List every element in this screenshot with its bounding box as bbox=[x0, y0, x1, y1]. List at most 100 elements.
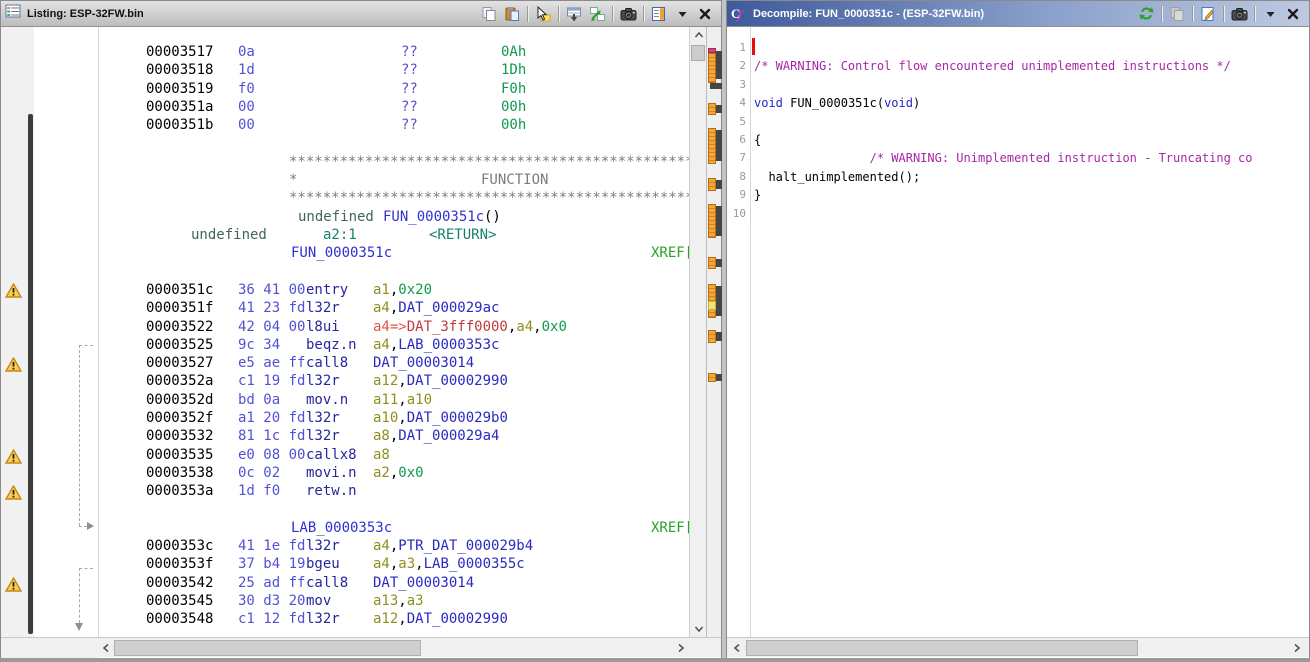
listing-row[interactable]: 0000352242 04 00l8uia4=>DAT_3fff0000,a4,… bbox=[1, 318, 689, 336]
listing-field[interactable]: bd 0a bbox=[238, 391, 280, 409]
code-token[interactable]: (); bbox=[899, 170, 921, 184]
decompile-code-line[interactable] bbox=[754, 113, 1309, 131]
listing-field[interactable]: mov.n bbox=[306, 391, 348, 409]
listing-field[interactable]: f0 bbox=[238, 80, 255, 98]
scroll-up-button[interactable] bbox=[690, 27, 707, 43]
operand[interactable]: a12 bbox=[373, 373, 398, 389]
operand[interactable]: a3 bbox=[398, 556, 415, 572]
operand[interactable]: DAT_000029a4 bbox=[398, 428, 499, 444]
listing-row[interactable]: ****************************************… bbox=[1, 189, 689, 207]
operand[interactable]: , bbox=[415, 556, 423, 572]
listing-field[interactable]: 00003545 bbox=[146, 592, 213, 610]
listing-field[interactable]: 00003522 bbox=[146, 318, 213, 336]
dropdown-icon[interactable] bbox=[1260, 4, 1280, 24]
listing-field[interactable]: 0Ah bbox=[501, 43, 526, 61]
listing-field[interactable]: ?? bbox=[401, 116, 418, 134]
listing-field[interactable]: movi.n bbox=[306, 464, 357, 482]
code-token[interactable]: ( bbox=[877, 96, 884, 110]
listing-field[interactable]: 0000353f bbox=[146, 555, 213, 573]
dropdown-icon[interactable] bbox=[672, 4, 692, 24]
close-icon[interactable] bbox=[1283, 4, 1303, 24]
listing-field[interactable]: 1d bbox=[238, 61, 255, 79]
listing-field[interactable]: XREF[ bbox=[651, 244, 689, 262]
listing-field[interactable]: 00 bbox=[238, 98, 255, 116]
listing-row[interactable]: 0000351b00??00h bbox=[1, 116, 689, 134]
cursor-icon[interactable] bbox=[533, 4, 553, 24]
operand[interactable]: LAB_0000355c bbox=[424, 556, 525, 572]
listing-row[interactable]: 0000353c41 1e fdl32ra4,PTR_DAT_000029b4 bbox=[1, 537, 689, 555]
listing-field[interactable]: e5 ae ff bbox=[238, 354, 305, 372]
listing-field[interactable]: 0000352a bbox=[146, 372, 213, 390]
listing-field[interactable]: 41 1e fd bbox=[238, 537, 305, 555]
operand[interactable]: a8 bbox=[373, 428, 390, 444]
listing-field[interactable]: 0c 02 bbox=[238, 464, 280, 482]
code-token[interactable]: halt_unimplemented bbox=[768, 170, 898, 184]
operands-field[interactable]: a13,a3 bbox=[373, 592, 424, 610]
listing-field[interactable]: FUN_0000351c bbox=[383, 208, 484, 226]
listing-field[interactable]: call8 bbox=[306, 574, 348, 592]
code-token[interactable]: /* WARNING: Unimplemented instruction - … bbox=[754, 151, 1253, 165]
listing-field[interactable]: c1 19 fd bbox=[238, 372, 305, 390]
listing-field[interactable]: callx8 bbox=[306, 446, 357, 464]
listing-field[interactable]: undefined bbox=[298, 208, 374, 226]
listing-field[interactable]: 0000351b bbox=[146, 116, 213, 134]
listing-body[interactable]: 000035170a??0Ah000035181d??1Dh00003519f0… bbox=[1, 27, 689, 637]
operand[interactable]: , bbox=[533, 319, 541, 335]
listing-field[interactable]: undefined bbox=[191, 226, 267, 244]
scroll-down-button[interactable] bbox=[690, 621, 707, 637]
listing-row[interactable]: 0000352fa1 20 fdl32ra10,DAT_000029b0 bbox=[1, 409, 689, 427]
listing-field[interactable]: 0000351a bbox=[146, 98, 213, 116]
operand[interactable]: DAT_3fff0000 bbox=[407, 319, 508, 335]
listing-row[interactable]: 0000353281 1c fdl32ra8,DAT_000029a4 bbox=[1, 427, 689, 445]
copy-icon[interactable] bbox=[479, 4, 499, 24]
listing-row[interactable] bbox=[1, 501, 689, 519]
operand[interactable]: a13 bbox=[373, 593, 398, 609]
listing-field[interactable]: ?? bbox=[401, 98, 418, 116]
camera-icon[interactable] bbox=[1229, 4, 1249, 24]
listing-field[interactable]: retw.n bbox=[306, 482, 357, 500]
operand[interactable]: 0x0 bbox=[542, 319, 567, 335]
listing-field[interactable]: XREF[ bbox=[651, 519, 689, 537]
listing-field[interactable]: 81 1c fd bbox=[238, 427, 305, 445]
listing-field[interactable]: 41 23 fd bbox=[238, 299, 305, 317]
operand[interactable]: LAB_0000353c bbox=[398, 337, 499, 353]
operand[interactable]: a2 bbox=[373, 465, 390, 481]
listing-field[interactable]: 0000353a bbox=[146, 482, 213, 500]
operands-field[interactable]: a2,0x0 bbox=[373, 464, 424, 482]
listing-field[interactable]: 00003517 bbox=[146, 43, 213, 61]
listing-header[interactable]: Listing: ESP-32FW.bin bbox=[1, 1, 721, 27]
paste-icon[interactable] bbox=[502, 4, 522, 24]
listing-field[interactable]: 00003542 bbox=[146, 574, 213, 592]
operands-field[interactable]: a8 bbox=[373, 446, 390, 464]
listing-row[interactable]: LAB_0000353cXREF[ bbox=[1, 519, 689, 537]
operand[interactable]: a8 bbox=[373, 447, 390, 463]
listing-row[interactable]: 0000352ac1 19 fdl32ra12,DAT_00002990 bbox=[1, 372, 689, 390]
listing-field[interactable]: 0000351f bbox=[146, 299, 213, 317]
listing-field[interactable]: 1Dh bbox=[501, 61, 526, 79]
code-token[interactable]: void bbox=[754, 96, 783, 110]
listing-field[interactable]: 0000351c bbox=[146, 281, 213, 299]
listing-field[interactable]: l32r bbox=[306, 299, 340, 317]
operand[interactable]: , bbox=[398, 373, 406, 389]
diff-view-icon[interactable] bbox=[564, 4, 584, 24]
scroll-right-button[interactable] bbox=[1289, 638, 1305, 658]
operand[interactable]: PTR_DAT_000029b4 bbox=[398, 538, 533, 554]
edit-icon[interactable] bbox=[1198, 4, 1218, 24]
operands-field[interactable]: a8,DAT_000029a4 bbox=[373, 427, 499, 445]
decompile-header[interactable]: Cƒ Decompile: FUN_0000351c - (ESP-32FW.b… bbox=[727, 1, 1309, 27]
code-token[interactable]: } bbox=[754, 188, 761, 202]
operands-field[interactable]: DAT_00003014 bbox=[373, 354, 474, 372]
listing-field[interactable]: 00003538 bbox=[146, 464, 213, 482]
operands-field[interactable]: a10,DAT_000029b0 bbox=[373, 409, 508, 427]
operand[interactable]: a10 bbox=[373, 410, 398, 426]
operand[interactable]: 0x0 bbox=[398, 465, 423, 481]
code-token[interactable] bbox=[754, 170, 768, 184]
listing-field[interactable]: () bbox=[484, 208, 501, 226]
overview-margin[interactable] bbox=[706, 27, 721, 637]
listing-field[interactable]: a1 20 fd bbox=[238, 409, 305, 427]
listing-row[interactable]: ****************************************… bbox=[1, 153, 689, 171]
operands-field[interactable]: a4,a3,LAB_0000355c bbox=[373, 555, 525, 573]
code-token[interactable]: /* WARNING: Control flow encountered uni… bbox=[754, 59, 1231, 73]
operands-field[interactable]: a11,a10 bbox=[373, 391, 432, 409]
listing-row[interactable]: 00003538 0c 02 movi.n a2,0x0 bbox=[1, 464, 689, 482]
